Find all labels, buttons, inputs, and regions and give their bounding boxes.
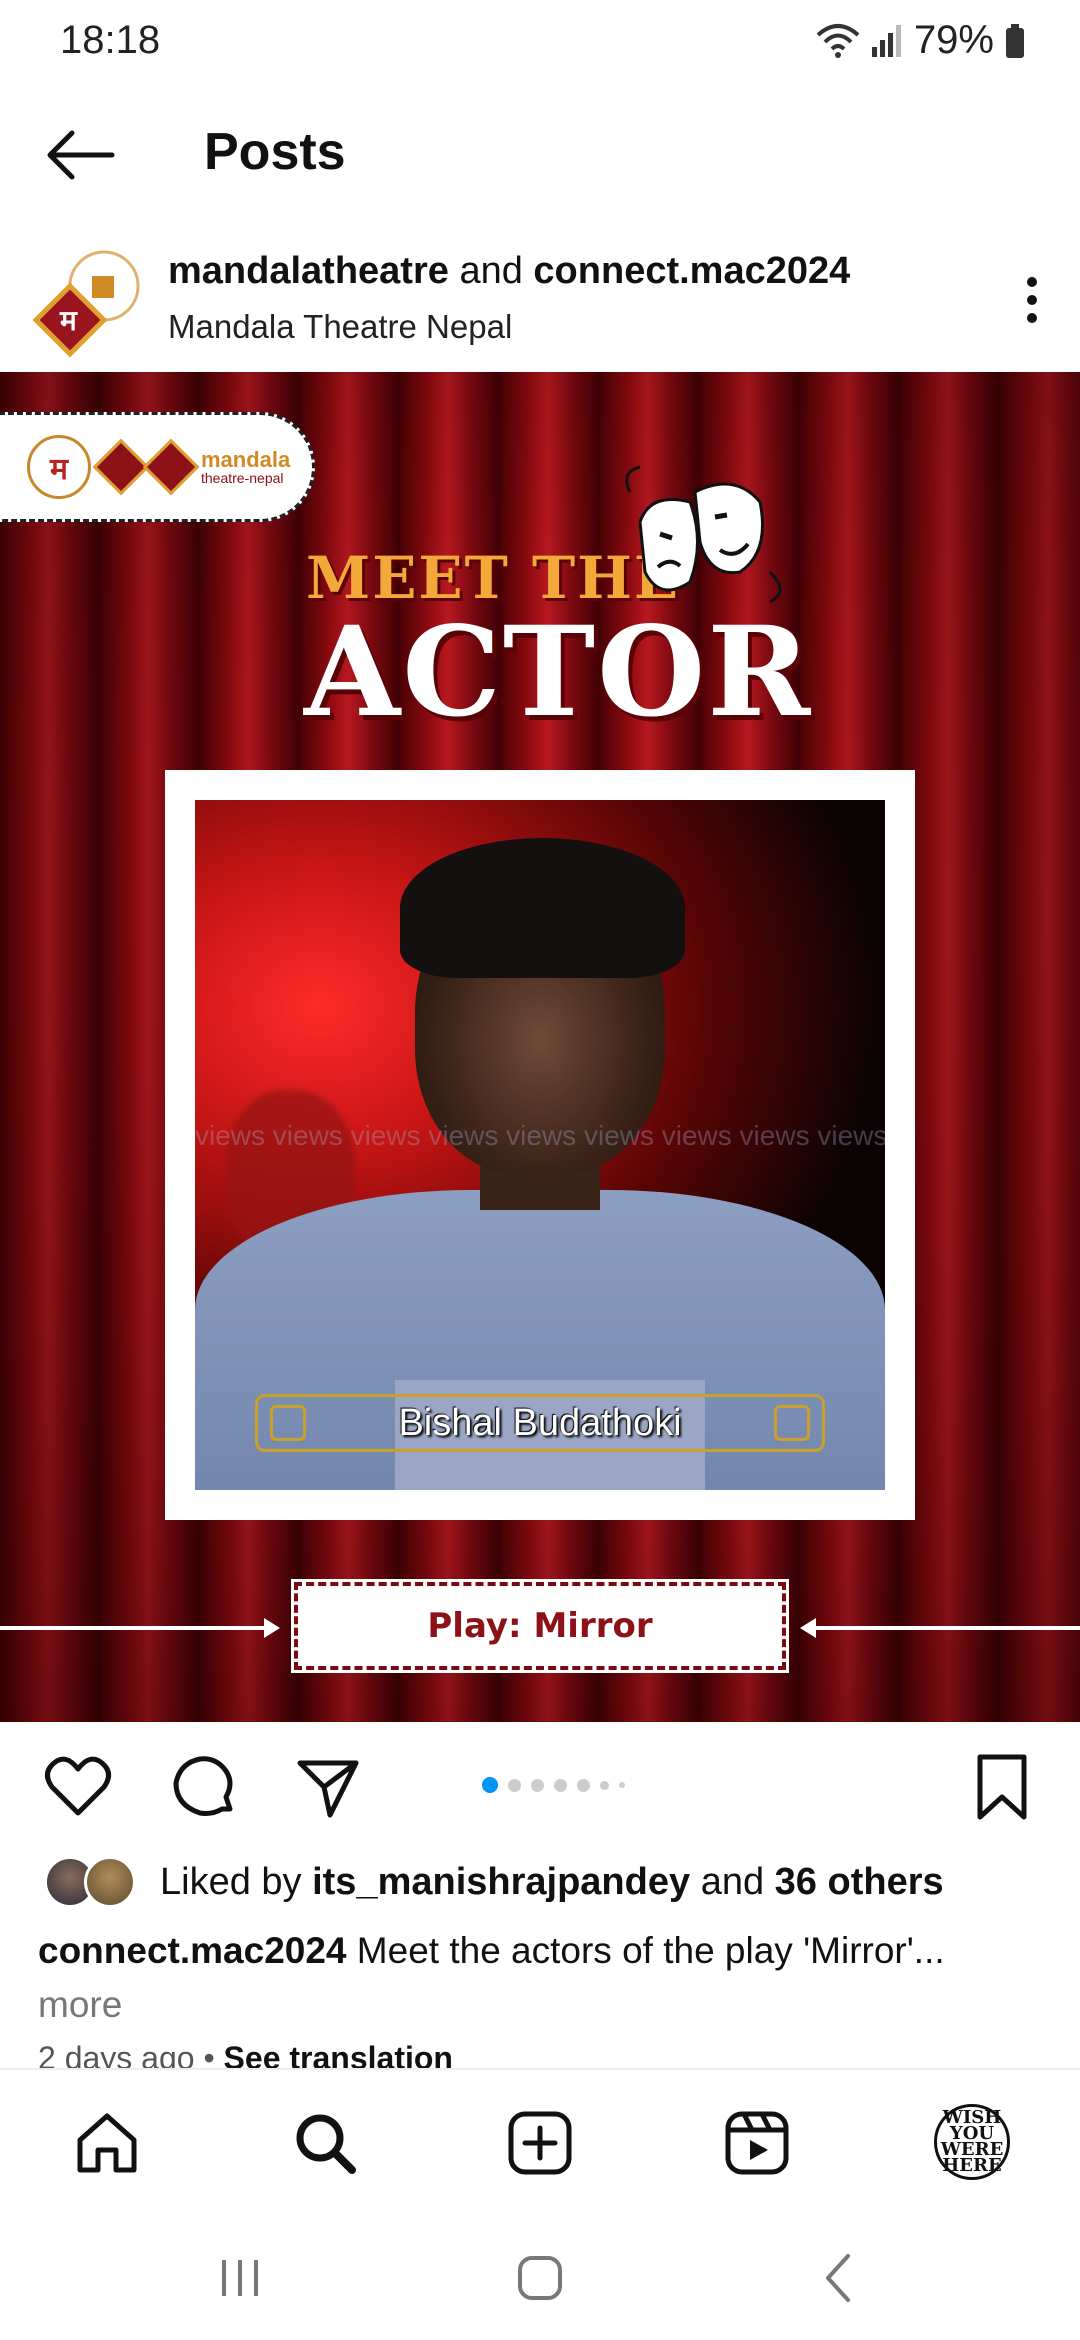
carousel-dot [619,1782,625,1788]
send-icon [297,1760,359,1818]
share-button[interactable] [294,1753,362,1821]
chevron-left-icon [826,2254,850,2302]
back-button[interactable] [40,125,120,185]
liker-avatars [44,1854,144,1910]
carousel-dot [600,1780,609,1790]
status-bar: 18:18 79% [0,0,1080,84]
bookmark-icon [977,1754,1027,1820]
more-vertical-icon [1027,277,1037,323]
post-authors: mandalatheatre and connect.mac2024 [168,250,850,293]
post-options-button[interactable] [1012,270,1052,330]
nav-create[interactable] [505,2108,575,2178]
actor-photo: views views views views views views view… [195,800,885,1490]
recent-apps-icon [222,2260,258,2296]
likes-count[interactable]: 36 others [775,1861,944,1903]
carousel-indicator [482,1777,625,1793]
arrow-left-icon [800,1618,816,1638]
comment-button[interactable] [170,1753,238,1821]
carousel-dot [482,1777,498,1793]
nav-search[interactable] [290,2108,360,2178]
post-subtitle[interactable]: Mandala Theatre Nepal [168,308,512,346]
reels-icon [725,2111,789,2175]
back-arrow-icon [47,130,115,180]
diamond-logo-icon [92,438,150,496]
comment-icon [173,1756,233,1816]
battery-percent: 79% [913,18,994,62]
carousel-dot [554,1778,567,1792]
play-title-box: Play: Mirror [291,1579,789,1673]
arrow-right-icon [264,1618,280,1638]
recent-apps-button[interactable] [210,2248,270,2308]
heart-icon [45,1756,111,1816]
see-translation-link[interactable]: See translation [224,2040,453,2070]
name-bar-ornament-left [270,1405,306,1441]
image-logo-banner: म mandala theatre-nepal [0,412,315,522]
top-app-bar: Posts [0,110,1080,200]
search-icon [296,2114,356,2174]
home-outline-icon [518,2256,562,2300]
caption-text: Meet the actors of the play 'Mirror'... [346,1930,945,1971]
caption-more-link[interactable]: more [38,1984,122,2025]
post-header: म mandalatheatre and connect.mac2024 Man… [0,240,1080,360]
likes-prefix: Liked by [160,1860,313,1903]
mandala-logo-icon: म [32,250,140,358]
logo-text-bottom: theatre-nepal [201,470,284,486]
nav-profile-avatar[interactable]: WISH YOU WERE HERE [934,2104,1010,2180]
carousel-dot [508,1778,521,1792]
post-media[interactable]: म mandala theatre-nepal MEET THE ACTOR v… [0,372,1080,1722]
post-age: 2 days ago [38,2040,195,2070]
bottom-navigation: WISH YOU WERE HERE [0,2068,1080,2208]
theatre-masks-icon [625,465,782,604]
page-title: Posts [204,123,346,181]
save-button[interactable] [968,1753,1036,1821]
liker-avatar [84,1856,136,1908]
status-icons: 79% [816,18,1026,63]
wifi-icon [816,23,860,58]
actor-photo-frame: views views views views views views view… [165,770,915,1520]
likes-row[interactable]: Liked by its_manishrajpandey and 36 othe… [44,1852,944,1912]
svg-text:म: म [59,305,78,336]
likes-text: Liked by its_manishrajpandey and 36 othe… [160,1861,944,1904]
meta-separator: • [194,2040,224,2070]
like-button[interactable] [44,1753,112,1821]
nav-home[interactable] [72,2108,142,2178]
post-caption[interactable]: connect.mac2024 Meet the actors of the p… [38,1924,1048,2032]
home-icon [77,2113,137,2173]
likes-connector: and [690,1860,775,1903]
carousel-dot [577,1778,590,1792]
author-connector: and [448,250,534,292]
author-avatar[interactable]: म [32,248,142,358]
actor-cap [400,838,685,978]
author-username-primary[interactable]: mandalatheatre [168,250,449,292]
signal-icon [871,24,901,57]
create-icon [508,2111,572,2175]
system-navigation-bar [0,2208,1080,2340]
battery-icon [1006,23,1024,58]
actor-name: Bishal Budathoki [398,1401,682,1444]
status-time: 18:18 [60,18,161,62]
home-button[interactable] [510,2248,570,2308]
caption-username[interactable]: connect.mac2024 [38,1930,347,1971]
system-back-button[interactable] [810,2248,870,2308]
post-meta: 2 days ago • See translation [38,2040,453,2070]
name-bar-ornament-right [774,1405,810,1441]
carousel-dot [531,1778,544,1792]
post-actions [0,1745,1080,1825]
logo-text-top: mandala [201,447,291,472]
play-line-right [812,1626,1080,1630]
photo-watermark: views views views views views views view… [195,1120,885,1151]
liker-username[interactable]: its_manishrajpandey [312,1861,690,1903]
actor-name-bar: Bishal Budathoki [255,1394,825,1452]
play-title: Play: Mirror [427,1606,653,1646]
play-line-left [0,1626,270,1630]
pill-text: mandala theatre-nepal [201,447,291,486]
mandala-diamond-logo-icon [142,438,200,496]
nav-reels[interactable] [722,2108,792,2178]
mandala-round-logo-icon: म [27,435,91,499]
author-username-secondary[interactable]: connect.mac2024 [533,250,850,292]
